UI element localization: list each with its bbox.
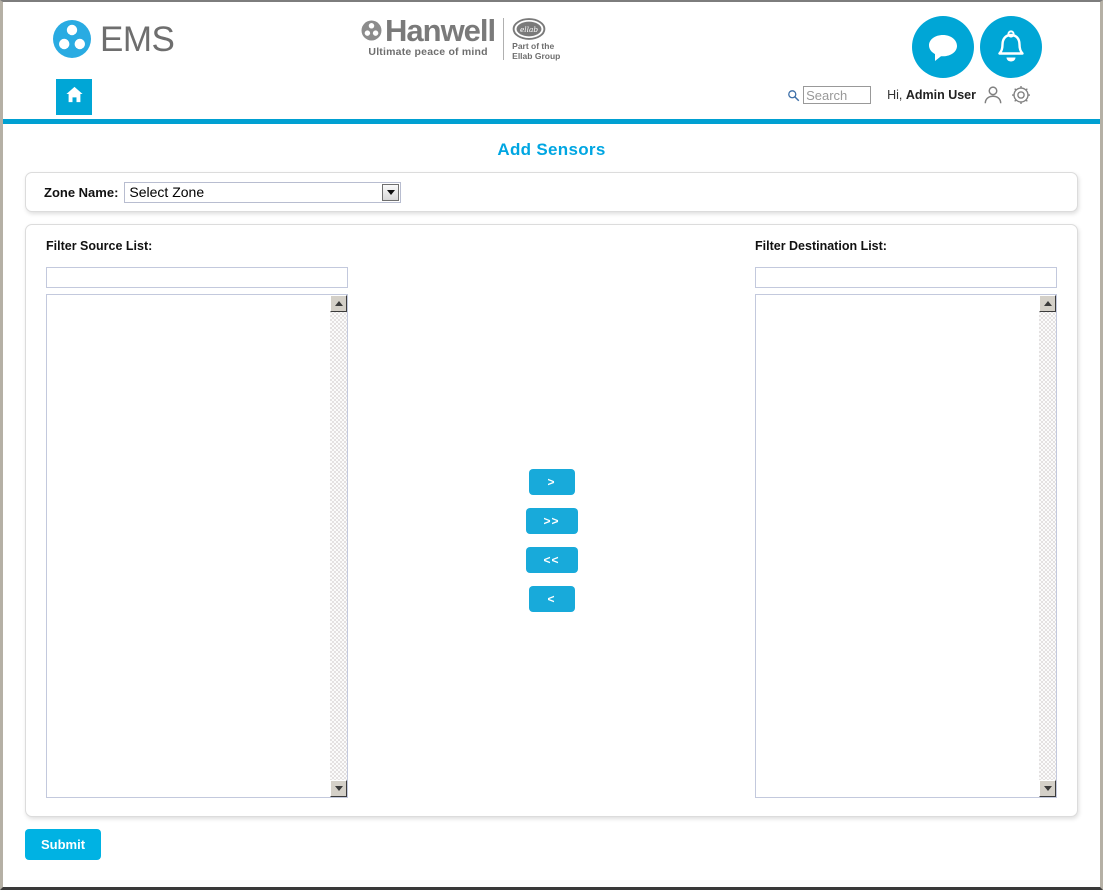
dual-list-row: Filter Source List: > >> << < Filter Des… xyxy=(46,239,1057,798)
source-list-options[interactable] xyxy=(47,295,347,797)
destination-list-column: Filter Destination List: xyxy=(755,239,1057,798)
zone-name-label: Zone Name: xyxy=(44,184,119,200)
application-window: EMS Hanwell Ultimate peace of mind ellab… xyxy=(0,0,1103,890)
move-left-button[interactable]: < xyxy=(528,586,575,612)
navbar-right-group: Hi, Admin User xyxy=(787,84,1032,106)
app-header: EMS Hanwell Ultimate peace of mind ellab… xyxy=(3,2,1100,78)
zone-select[interactable]: Select Zone xyxy=(124,181,402,203)
source-list-label: Filter Source List: xyxy=(46,239,153,253)
header-action-icons xyxy=(912,16,1042,78)
search-icon[interactable] xyxy=(787,89,800,102)
user-profile-icon[interactable] xyxy=(982,84,1004,106)
source-scrollbar[interactable] xyxy=(330,295,347,797)
scroll-up-arrow-icon[interactable] xyxy=(1039,295,1056,312)
move-all-left-button[interactable]: << xyxy=(525,547,578,573)
main-navbar: Hi, Admin User xyxy=(3,78,1100,124)
move-right-button[interactable]: > xyxy=(528,469,575,495)
transfer-button-group: > >> << < xyxy=(348,239,755,612)
destination-scrollbar[interactable] xyxy=(1039,295,1056,797)
home-button[interactable] xyxy=(56,79,92,115)
submit-row: Submit xyxy=(25,829,1078,860)
hanwell-tagline: Ultimate peace of mind xyxy=(368,46,488,59)
scroll-down-arrow-icon[interactable] xyxy=(330,780,347,797)
home-icon xyxy=(65,85,84,109)
gear-icon[interactable] xyxy=(1010,84,1032,106)
move-all-right-button[interactable]: >> xyxy=(525,508,578,534)
ellab-group-text: Part of the Ellab Group xyxy=(512,41,561,61)
destination-listbox[interactable] xyxy=(755,294,1057,798)
sensor-transfer-panel: Filter Source List: > >> << < Filter Des… xyxy=(25,224,1078,817)
user-greeting: Hi, Admin User xyxy=(887,88,976,102)
bell-icon[interactable] xyxy=(980,16,1042,78)
destination-list-options[interactable] xyxy=(756,295,1056,797)
source-list-column: Filter Source List: xyxy=(46,239,348,798)
hanwell-name: Hanwell xyxy=(385,13,496,48)
submit-button[interactable]: Submit xyxy=(25,829,102,860)
scroll-down-arrow-icon[interactable] xyxy=(1039,780,1056,797)
page-title: Add Sensors xyxy=(497,140,606,159)
hanwell-triskelion-icon xyxy=(361,20,382,41)
destination-filter-input[interactable] xyxy=(755,267,1057,288)
source-filter-input[interactable] xyxy=(46,267,348,288)
source-listbox[interactable] xyxy=(46,294,348,798)
search-input[interactable] xyxy=(803,86,872,104)
svg-text:ellab: ellab xyxy=(520,25,538,34)
ems-triskelion-icon xyxy=(52,19,92,59)
ems-logo: EMS xyxy=(52,19,175,59)
ems-logo-text: EMS xyxy=(100,19,175,59)
destination-list-label: Filter Destination List: xyxy=(755,239,887,253)
search-group xyxy=(787,86,872,104)
zone-panel: Zone Name: Select Zone xyxy=(25,172,1078,212)
chat-bubble-icon[interactable] xyxy=(912,16,974,78)
ellab-badge-icon: ellab xyxy=(512,18,546,40)
scroll-up-arrow-icon[interactable] xyxy=(330,295,347,312)
hanwell-logo: Hanwell Ultimate peace of mind ellab Par… xyxy=(361,13,561,62)
zone-select-wrapper: Select Zone xyxy=(124,181,402,203)
user-name: Admin User xyxy=(905,88,976,102)
logo-divider xyxy=(503,18,505,60)
